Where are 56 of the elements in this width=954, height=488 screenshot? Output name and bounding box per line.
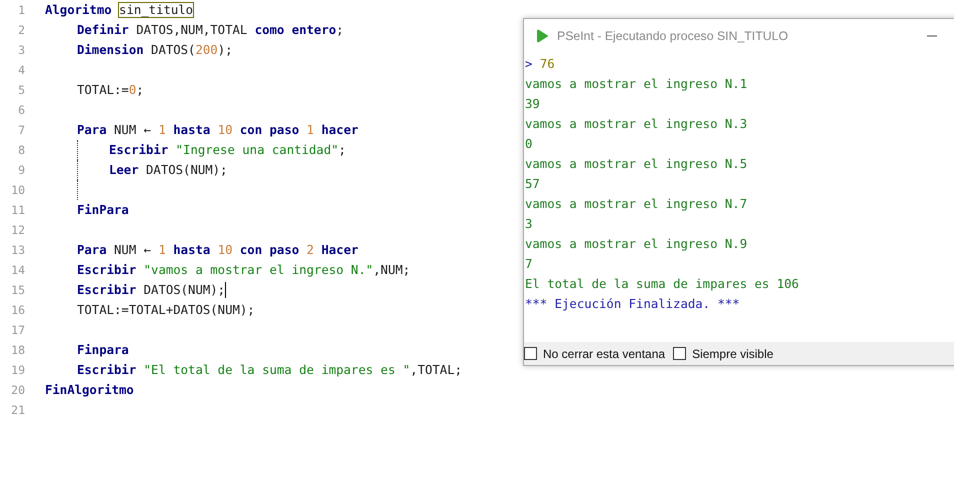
- console-line: *** Ejecución Finalizada. ***: [525, 296, 740, 313]
- checkbox-label[interactable]: No cerrar esta ventana: [543, 346, 666, 360]
- line-number: 4: [17, 63, 25, 77]
- code-line: TOTAL:=0;: [77, 83, 144, 97]
- code-line: Escribir "vamos a mostrar el ingreso N.",NUM;: [77, 263, 410, 277]
- console-line: 0: [525, 136, 532, 153]
- checkbox[interactable]: [524, 347, 537, 360]
- console-line: vamos a mostrar el ingreso N.3: [525, 116, 748, 133]
- line-number: 16: [10, 303, 25, 317]
- console-line: > 76: [525, 56, 555, 73]
- line-number: 1: [17, 3, 25, 17]
- line-number: 7: [17, 123, 25, 137]
- code-line: Escribir "El total de la suma de impares es ",TOTAL;: [77, 363, 462, 377]
- console-line: vamos a mostrar el ingreso N.7: [525, 196, 748, 213]
- line-number: 14: [10, 263, 25, 277]
- code-line: FinAlgoritmo: [45, 383, 134, 397]
- line-number: 2: [17, 23, 25, 37]
- line-number: 6: [17, 103, 25, 117]
- console-line: 7: [525, 256, 532, 273]
- checkbox[interactable]: [673, 347, 686, 360]
- console-line: vamos a mostrar el ingreso N.9: [525, 236, 748, 253]
- line-number: 8: [17, 143, 25, 157]
- line-number: 5: [17, 83, 25, 97]
- line-number: 12: [10, 223, 25, 237]
- code-line: Definir DATOS,NUM,TOTAL como entero;: [77, 23, 344, 37]
- line-number: 21: [10, 403, 25, 417]
- line-number: 10: [10, 183, 25, 197]
- code-line: Finpara: [77, 343, 129, 357]
- line-number: 11: [10, 203, 25, 217]
- console-line: vamos a mostrar el ingreso N.5: [525, 156, 748, 173]
- line-number: 15: [10, 283, 25, 297]
- app-icon: [535, 29, 549, 43]
- code-line: Dimension DATOS(200);: [77, 43, 232, 57]
- code-line: Para NUM ← 1 hasta 10 con paso 2 Hacer: [77, 243, 358, 257]
- code-line: Escribir "Ingrese una cantidad";: [109, 143, 346, 157]
- code-line: FinPara: [77, 203, 129, 217]
- code-line: Leer DATOS(NUM);: [109, 163, 228, 177]
- line-number: 17: [10, 323, 25, 337]
- line-number: 3: [17, 43, 25, 57]
- window-title: PSeInt - Ejecutando proceso SIN_TITULO: [557, 29, 790, 43]
- line-number: 9: [17, 163, 25, 177]
- console-line: 39: [525, 96, 540, 113]
- line-number: 19: [10, 363, 25, 377]
- code-line: Escribir DATOS(NUM);: [77, 282, 226, 298]
- line-number: 20: [10, 383, 25, 397]
- minimize-icon[interactable]: [927, 35, 937, 37]
- console-line: 57: [525, 176, 540, 193]
- console-line: vamos a mostrar el ingreso N.1: [525, 76, 748, 93]
- console-line: 3: [525, 216, 532, 233]
- console-line: El total de la suma de impares es 106: [525, 276, 799, 293]
- checkbox-label[interactable]: Siempre visible: [692, 346, 774, 360]
- code-line: TOTAL:=TOTAL+DATOS(NUM);: [77, 303, 255, 317]
- code-line: Para NUM ← 1 hasta 10 con paso 1 hacer: [77, 123, 358, 137]
- line-number: 18: [10, 343, 25, 357]
- code-line: Algoritmo sin_titulo: [45, 3, 194, 17]
- line-number: 13: [10, 243, 25, 257]
